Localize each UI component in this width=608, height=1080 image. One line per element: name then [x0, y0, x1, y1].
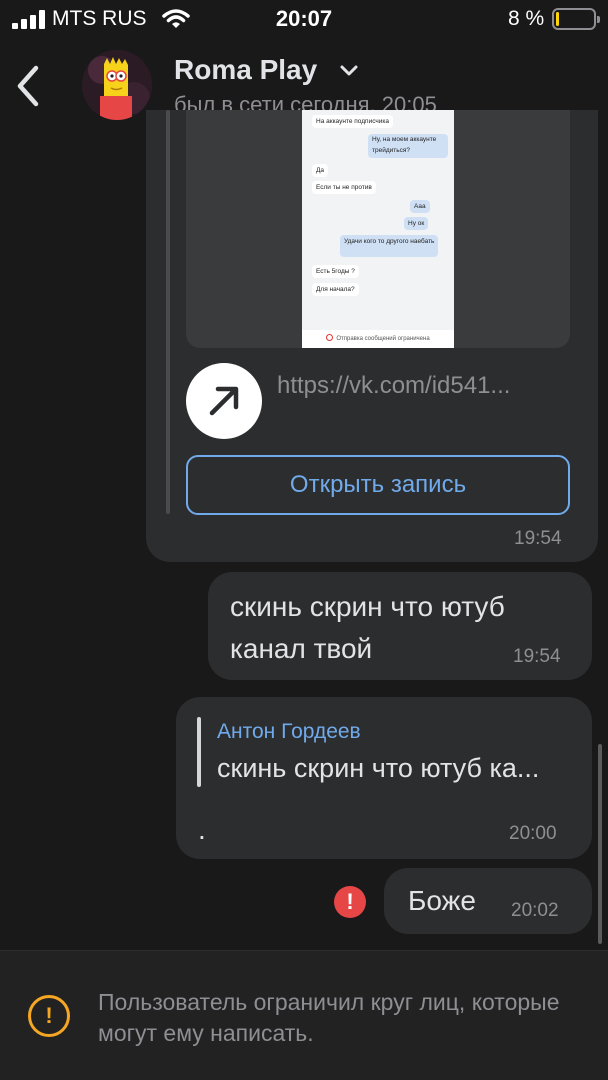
message-time: 20:02 — [511, 900, 559, 921]
message-bubble[interactable]: Боже 20:02 — [384, 868, 592, 934]
screenshot-line: Для начала? — [312, 283, 359, 296]
battery-percent: 8 % — [508, 7, 545, 30]
screenshot-line: Есть 5годы ? — [312, 265, 359, 278]
shared-post-message[interactable]: На аккаунте подписчика Ну, на моем аккау… — [146, 110, 598, 562]
send-error-icon[interactable]: ! — [334, 886, 366, 918]
screenshot-line: Да — [312, 164, 329, 177]
back-arrow-icon[interactable] — [14, 64, 44, 108]
link-button[interactable] — [186, 363, 262, 439]
screenshot-line: Удачи кого то другого наебать — [340, 235, 439, 257]
post-screenshot-image: На аккаунте подписчика Ну, на моем аккау… — [302, 110, 454, 348]
screenshot-line: Ну ок — [404, 217, 429, 230]
message-text: скинь скрин что ютуб — [230, 591, 505, 622]
chat-title[interactable]: Roma Play — [174, 54, 317, 86]
message-text: канал твой — [230, 633, 373, 664]
reply-author[interactable]: Антон Гордеев — [217, 720, 361, 744]
avatar-image — [82, 50, 152, 120]
battery-icon — [552, 8, 600, 30]
open-post-button[interactable]: Открыть запись — [186, 455, 570, 515]
screenshot-line: На аккаунте подписчика — [312, 115, 393, 128]
scroll-indicator[interactable] — [598, 744, 602, 944]
chat-screen: MTS RUS 20:07 8 % Roma Play был в сети с… — [0, 0, 608, 1080]
link-url[interactable]: https://vk.com/id541... — [277, 372, 510, 400]
screenshot-line: Ну, на моем аккаунте трейдиться? — [368, 134, 448, 158]
message-time: 19:54 — [513, 646, 561, 667]
chevron-down-icon[interactable] — [338, 64, 360, 78]
screenshot-line: Ааа — [410, 200, 430, 213]
warning-mark: ! — [45, 1003, 53, 1028]
message-time: 20:00 — [509, 823, 557, 844]
battery-fill — [556, 12, 559, 26]
screenshot-footer-text: Отправка сообщений ограничена — [336, 336, 430, 342]
post-image-frame[interactable]: На аккаунте подписчика Ну, на моем аккау… — [186, 110, 570, 348]
warning-icon: ! — [28, 995, 70, 1037]
reply-preview-text[interactable]: скинь скрин что ютуб ка... — [217, 747, 539, 789]
restriction-notice: ! Пользователь ограничил круг лиц, котор… — [0, 950, 608, 1080]
message-text: . — [198, 814, 206, 845]
message-time: 19:54 — [514, 528, 562, 549]
message-bubble[interactable]: скинь скрин что ютуб канал твой 19:54 — [208, 572, 592, 680]
restriction-notice-text: Пользователь ограничил круг лиц, которые… — [98, 989, 560, 1046]
reply-message-bubble[interactable]: Антон Гордеев скинь скрин что ютуб ка...… — [176, 697, 592, 859]
error-mark: ! — [346, 889, 354, 914]
post-quote-bar — [166, 110, 170, 514]
screenshot-footer: Отправка сообщений ограничена — [302, 330, 454, 348]
message-text: Боже — [408, 885, 476, 916]
avatar[interactable] — [82, 50, 152, 120]
reply-quote-bar — [197, 717, 201, 787]
screenshot-line: Если ты не против — [312, 181, 376, 194]
status-bar: MTS RUS 20:07 8 % — [0, 0, 608, 40]
arrow-up-right-icon — [209, 386, 239, 416]
